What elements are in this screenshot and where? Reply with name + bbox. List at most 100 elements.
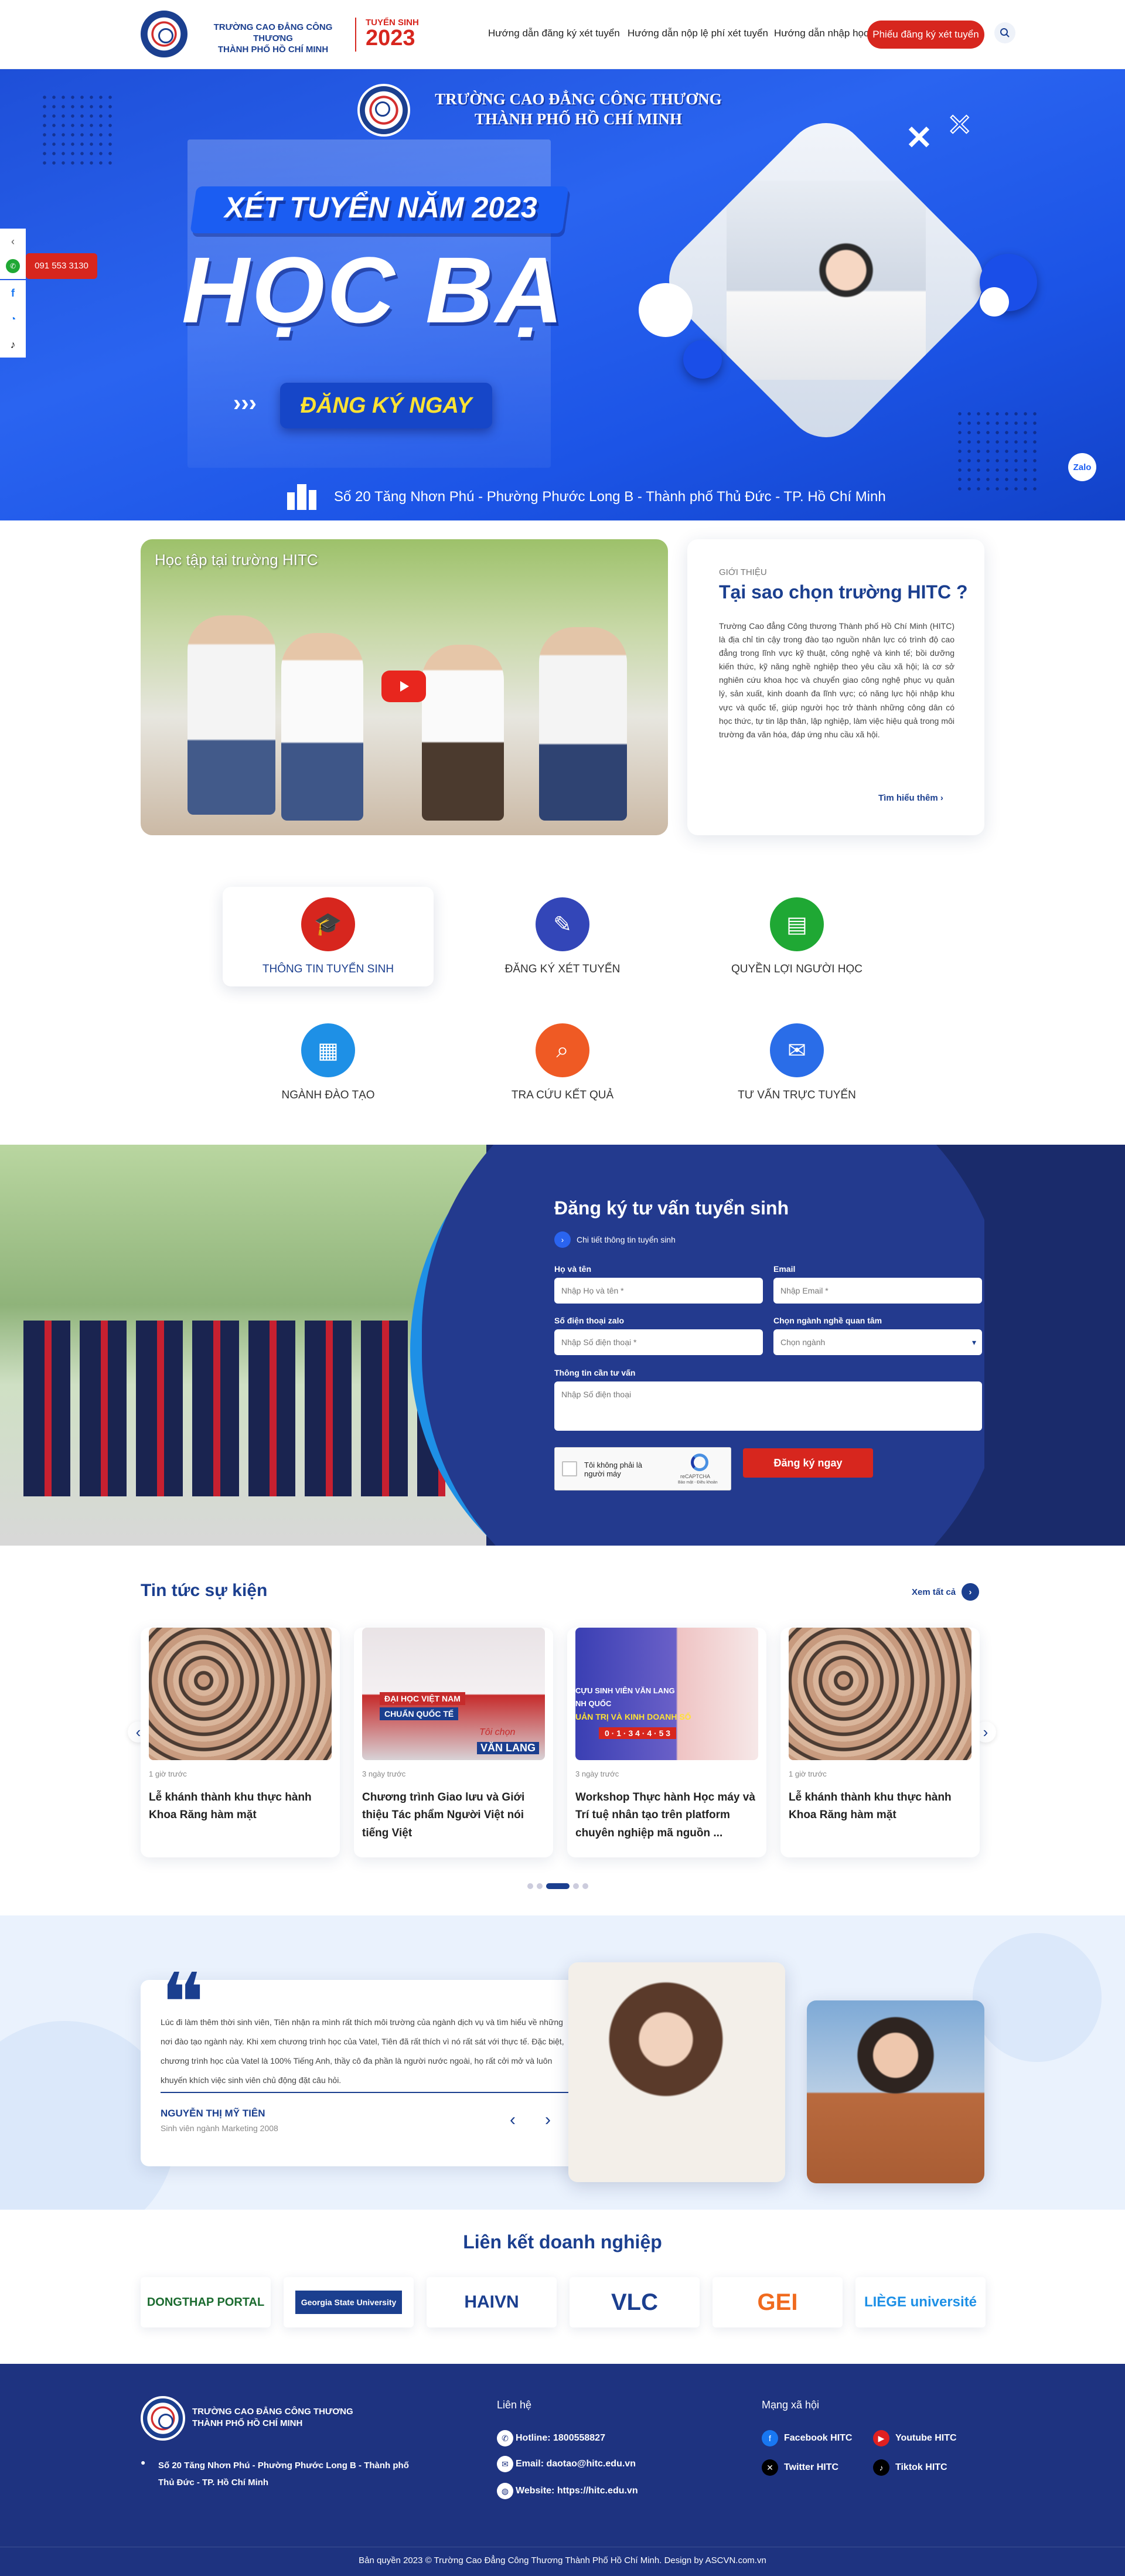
feature-label: NGÀNH ĐÀO TẠO bbox=[281, 1089, 375, 1101]
learn-more-link[interactable]: Tìm hiểu thêm › bbox=[878, 793, 943, 803]
form-title: Đăng ký tư vấn tuyển sinh bbox=[554, 1197, 789, 1219]
partner-logo[interactable]: DONGTHAP PORTAL bbox=[141, 2277, 271, 2327]
phone-side-button[interactable]: ✆ bbox=[0, 253, 26, 279]
form-detail-link[interactable]: › Chi tiết thông tin tuyển sinh bbox=[554, 1231, 676, 1248]
site-footer: TRƯỜNG CAO ĐẲNG CÔNG THƯƠNG THÀNH PHỐ HỒ… bbox=[0, 2364, 1125, 2576]
testimonial-name: NGUYỄN THỊ MỸ TIÊN bbox=[161, 2108, 265, 2119]
phone-input[interactable]: Nhập Số điện thoại * bbox=[554, 1329, 763, 1355]
intro-title: Tại sao chọn trường HITC ? bbox=[719, 581, 968, 603]
footer-youtube[interactable]: Youtube HITC bbox=[895, 2433, 957, 2444]
hero-banner[interactable]: TRƯỜNG CAO ĐẲNG CÔNG THƯƠNG THÀNH PHỐ HỒ… bbox=[0, 69, 1125, 520]
footer-hotline[interactable]: Hotline: 1800558827 bbox=[516, 2433, 605, 2444]
name-input[interactable]: Nhập Họ và tên * bbox=[554, 1278, 763, 1304]
school-logo[interactable] bbox=[141, 11, 188, 57]
recaptcha-widget[interactable]: Tôi không phải là người máy reCAPTCHA Bả… bbox=[554, 1447, 731, 1491]
info-textarea[interactable]: Nhập Số điện thoại bbox=[554, 1381, 982, 1431]
contact-title: Liên hệ bbox=[497, 2399, 532, 2411]
footer-facebook[interactable]: Facebook HITC bbox=[784, 2433, 852, 2444]
side-collapse-button[interactable]: ‹ bbox=[0, 229, 26, 254]
facebook-side-button[interactable]: f bbox=[0, 280, 26, 306]
student-figure bbox=[539, 627, 627, 821]
news-time: 1 giờ trước bbox=[149, 1769, 187, 1778]
tiktok-side-button[interactable]: ♪ bbox=[0, 332, 26, 358]
feature-consult[interactable]: ✉ TƯ VẤN TRỰC TUYẾN bbox=[691, 1013, 902, 1112]
partner-logo-text: HAIVN bbox=[464, 2292, 519, 2312]
recaptcha-checkbox[interactable] bbox=[562, 1461, 577, 1476]
search-document-icon: ⌕ bbox=[536, 1023, 589, 1077]
recaptcha-label: Tôi không phải là người máy bbox=[584, 1461, 643, 1478]
phone-icon: ✆ bbox=[497, 2430, 513, 2446]
testimonial-prev-button[interactable]: ‹ bbox=[510, 2110, 516, 2130]
news-image bbox=[789, 1628, 971, 1760]
news-card[interactable]: 1 giờ trước Lễ khánh thành khu thực hành… bbox=[780, 1628, 980, 1857]
news-image-text: ĐẠI HỌC VIỆT NAM bbox=[380, 1692, 465, 1705]
partner-logo[interactable]: GEI bbox=[712, 2277, 843, 2327]
hero-headline: HỌC BẠ bbox=[182, 237, 566, 342]
view-all-label: Xem tất cả bbox=[912, 1587, 956, 1597]
news-card[interactable]: 1 giờ trước Lễ khánh thành khu thực hành… bbox=[141, 1628, 340, 1857]
news-title-text: Workshop Thực hành Học máy và Trí tuệ nh… bbox=[575, 1791, 755, 1839]
partner-logo[interactable]: VLC bbox=[570, 2277, 700, 2327]
intro-body: Trường Cao đẳng Công thương Thành phố Hồ… bbox=[719, 621, 954, 739]
dot-pattern bbox=[40, 93, 116, 169]
news-image-text: VĂN LANG bbox=[477, 1742, 539, 1754]
email-input[interactable]: Nhập Email * bbox=[773, 1278, 982, 1304]
consult-form-section: Đăng ký tư vấn tuyển sinh › Chi tiết thô… bbox=[0, 1145, 1125, 1546]
why-choose-card: GIỚI THIỆU Tại sao chọn trường HITC ? Tr… bbox=[687, 539, 984, 835]
student-figure bbox=[422, 645, 504, 821]
pagination-dot-active[interactable] bbox=[546, 1883, 570, 1889]
search-button[interactable] bbox=[994, 22, 1015, 43]
play-button[interactable] bbox=[381, 671, 426, 702]
registration-form-button[interactable]: Phiếu đăng ký xét tuyển bbox=[867, 21, 984, 49]
testimonial-divider bbox=[161, 2092, 571, 2093]
feature-register[interactable]: ✎ ĐĂNG KÝ XÉT TUYỂN bbox=[457, 887, 668, 986]
register-now-button[interactable]: ĐĂNG KÝ NGAY bbox=[280, 383, 492, 428]
nav-enrollment-guide[interactable]: Hướng dẫn nhập học bbox=[774, 28, 868, 39]
footer-email[interactable]: Email: daotao@hitc.edu.vn bbox=[516, 2459, 636, 2469]
news-image bbox=[149, 1628, 332, 1760]
partner-logo[interactable]: LIÈGE université bbox=[855, 2277, 986, 2327]
nav-fee-guide[interactable]: Hướng dẫn nộp lệ phí xét tuyển bbox=[628, 28, 768, 39]
messenger-side-button[interactable]: ◔ bbox=[0, 306, 26, 332]
hero-school-name: TRƯỜNG CAO ĐẲNG CÔNG THƯƠNG THÀNH PHỐ HỒ… bbox=[417, 90, 739, 130]
pagination-dot[interactable] bbox=[582, 1883, 588, 1889]
submit-button[interactable]: Đăng ký ngay bbox=[743, 1448, 873, 1478]
book-icon: ▦ bbox=[301, 1023, 355, 1077]
partner-logo-text: VLC bbox=[611, 2289, 658, 2315]
partner-logo-text: DONGTHAP PORTAL bbox=[146, 2295, 265, 2309]
feature-admission-info[interactable]: 🎓 THÔNG TIN TUYỂN SINH bbox=[223, 887, 434, 986]
news-card[interactable]: CỰU SINH VIÊN VĂN LANG NH QUỐC UẢN TRỊ V… bbox=[567, 1628, 766, 1857]
footer-copyright: Bản quyền 2023 © Trường Cao Đẳng Công Th… bbox=[359, 2555, 766, 2565]
chat-icon: ✉ bbox=[770, 1023, 824, 1077]
footer-twitter[interactable]: Twitter HITC bbox=[784, 2462, 838, 2473]
graduates-figures bbox=[23, 1321, 445, 1496]
intro-video[interactable]: Học tập tại trường HITC bbox=[141, 539, 668, 835]
testimonial-next-button[interactable]: › bbox=[545, 2110, 551, 2130]
decor-circle bbox=[980, 287, 1009, 317]
zalo-button[interactable]: Zalo bbox=[1068, 453, 1096, 481]
footer-website[interactable]: Website: https://hitc.edu.vn bbox=[516, 2486, 638, 2496]
news-card[interactable]: ĐẠI HỌC VIỆT NAM CHUẨN QUỐC TẾ Tôi chọn … bbox=[354, 1628, 553, 1857]
news-image-text: CHUẨN QUỐC TẾ bbox=[380, 1707, 459, 1720]
search-icon bbox=[1000, 28, 1010, 38]
feature-benefits[interactable]: ▤ QUYỀN LỢI NGƯỜI HỌC bbox=[691, 887, 902, 986]
feature-label: THÔNG TIN TUYỂN SINH bbox=[262, 963, 394, 975]
nav-register-guide[interactable]: Hướng dẫn đăng ký xét tuyển bbox=[488, 28, 620, 39]
footer-tiktok[interactable]: Tiktok HITC bbox=[895, 2462, 947, 2473]
pagination-dot[interactable] bbox=[537, 1883, 543, 1889]
partner-logo[interactable]: Georgia State University bbox=[284, 2277, 414, 2327]
feature-programs[interactable]: ▦ NGÀNH ĐÀO TẠO bbox=[223, 1013, 434, 1112]
pagination-dot[interactable] bbox=[527, 1883, 533, 1889]
news-time: 3 ngày trước bbox=[362, 1769, 406, 1778]
pagination-dot[interactable] bbox=[573, 1883, 579, 1889]
decor-circle bbox=[639, 283, 693, 337]
footer-logo[interactable] bbox=[141, 2396, 185, 2441]
dot-pattern bbox=[955, 409, 1037, 491]
major-select[interactable]: Chọn ngành ▾ bbox=[773, 1329, 982, 1355]
partner-logo[interactable]: HAIVN bbox=[427, 2277, 557, 2327]
learn-more-label: Tìm hiểu thêm bbox=[878, 793, 938, 803]
feature-results[interactable]: ⌕ TRA CỨU KẾT QUẢ bbox=[457, 1013, 668, 1112]
side-phone-number[interactable]: 091 553 3130 bbox=[26, 253, 97, 279]
view-all-link[interactable]: Xem tất cả › bbox=[912, 1583, 980, 1601]
facebook-icon: f bbox=[11, 287, 15, 299]
